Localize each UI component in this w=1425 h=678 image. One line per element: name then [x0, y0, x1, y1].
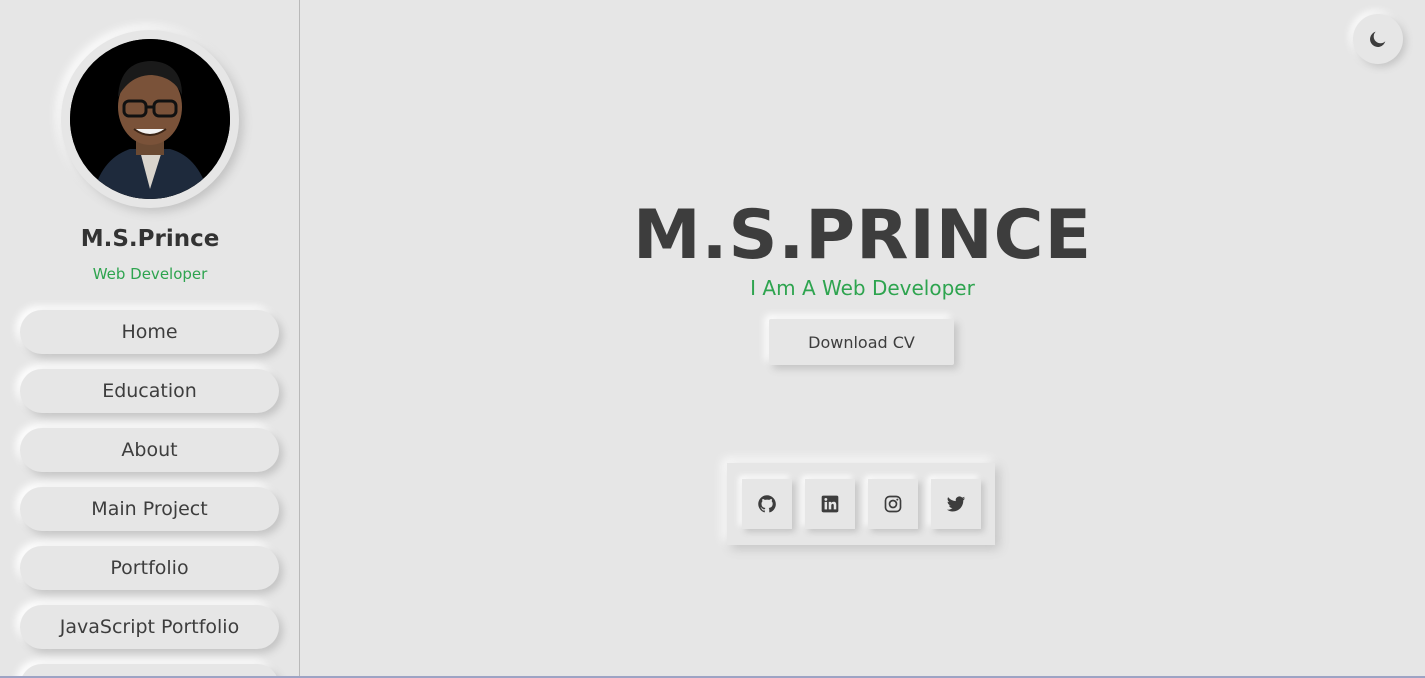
page: M.S.Prince Web Developer Home Education …: [0, 0, 1425, 678]
nav-main-project-button[interactable]: Main Project: [20, 487, 279, 531]
linkedin-icon: [821, 495, 839, 513]
avatar-photo: [70, 39, 230, 199]
instagram-link[interactable]: [868, 479, 918, 529]
nav-about-button[interactable]: About: [20, 428, 279, 472]
hero-title: M.S.PRINCE: [632, 196, 1093, 275]
sidebar-role: Web Developer: [92, 265, 208, 283]
moon-icon: [1370, 31, 1386, 47]
nav-education-button[interactable]: Education: [20, 369, 279, 413]
nav-home-button[interactable]: Home: [20, 310, 279, 354]
twitter-icon: [946, 496, 966, 512]
theme-toggle-button[interactable]: [1353, 14, 1403, 64]
nav-portfolio-button[interactable]: Portfolio: [20, 546, 279, 590]
linkedin-link[interactable]: [805, 479, 855, 529]
github-icon: [758, 495, 776, 513]
avatar: [70, 39, 230, 199]
sidebar: M.S.Prince Web Developer Home Education …: [0, 0, 300, 678]
instagram-icon: [884, 495, 902, 513]
social-links: [727, 463, 995, 545]
avatar-frame: [61, 30, 239, 208]
download-cv-button[interactable]: Download CV: [769, 319, 954, 365]
twitter-link[interactable]: [931, 479, 981, 529]
github-link[interactable]: [742, 479, 792, 529]
sidebar-name: M.S.Prince: [80, 226, 220, 252]
nav-javascript-portfolio-button[interactable]: JavaScript Portfolio: [20, 605, 279, 649]
hero-subtitle: I Am A Web Developer: [750, 276, 975, 300]
